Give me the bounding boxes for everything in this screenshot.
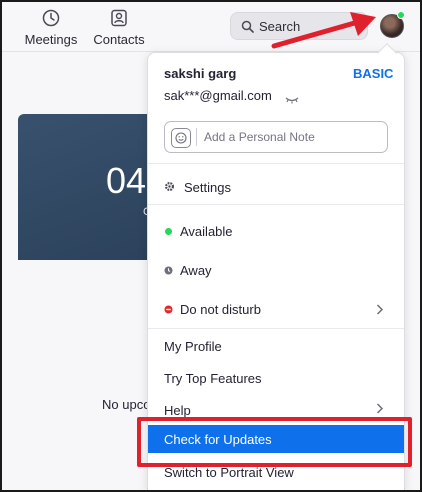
personal-note-field[interactable]: Add a Personal Note [164,121,388,153]
menu-item-settings-label: Settings [184,180,231,195]
clock-icon [41,8,61,28]
menu-item-dnd-label: Do not disturb [180,302,261,317]
menu-item-away-label: Away [180,263,212,278]
annotation-arrow [271,12,376,49]
note-divider [196,128,197,146]
annotation-highlight-box [137,417,412,467]
divider [148,163,404,164]
card-time: 04 [106,160,147,201]
eye-closed-icon[interactable] [285,91,299,109]
chevron-right-icon [376,403,384,414]
menu-item-portrait-view[interactable]: Switch to Portrait View [164,465,294,480]
nav-contacts[interactable]: Contacts [89,8,149,47]
contacts-icon [109,8,129,28]
nav-meetings-label: Meetings [24,32,78,47]
note-placeholder: Add a Personal Note [204,130,315,144]
divider [148,328,404,329]
gear-icon [164,181,175,192]
user-name: sakshi garg [164,66,237,81]
menu-item-available-label: Available [180,224,233,239]
available-status-dot [165,228,172,235]
search-icon [241,20,254,33]
plan-badge[interactable]: BASIC [353,66,393,81]
menu-item-my-profile[interactable]: My Profile [164,339,222,354]
dnd-icon [164,305,173,314]
presence-dot [397,11,405,19]
no-upcoming-text: No upco [102,397,151,412]
nav-meetings[interactable]: Meetings [21,8,81,47]
menu-item-try-features[interactable]: Try Top Features [164,371,262,386]
emoji-icon[interactable] [171,128,191,148]
divider [148,204,404,205]
user-email: sak***@gmail.com [164,88,272,103]
chevron-right-icon [376,304,384,315]
menu-item-help-label: Help [164,403,191,418]
away-clock-icon [164,266,173,275]
nav-contacts-label: Contacts [93,32,145,47]
